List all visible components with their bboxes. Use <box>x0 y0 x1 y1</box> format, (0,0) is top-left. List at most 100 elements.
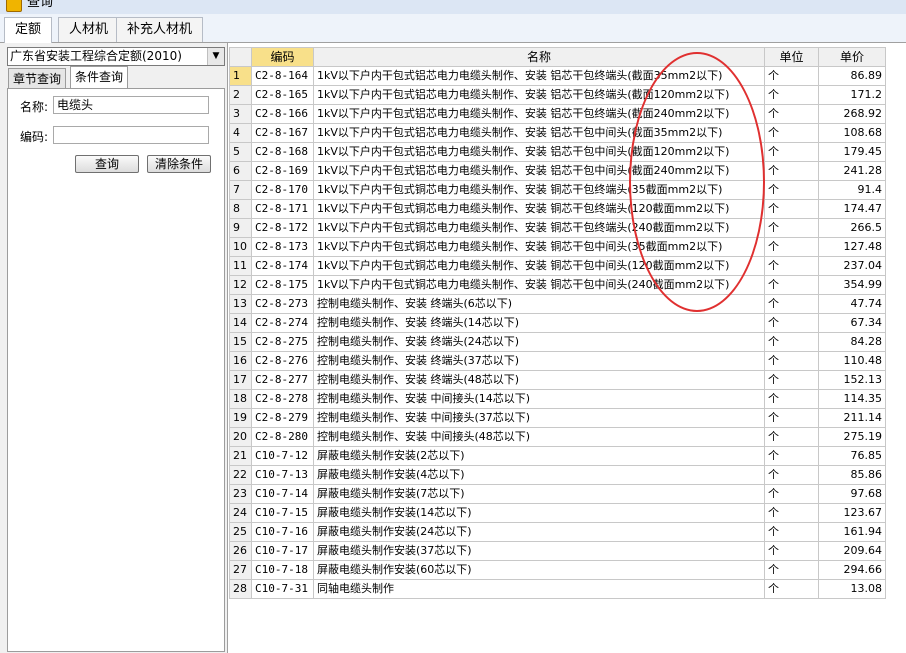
quota-name[interactable]: 1kV以下户内干包式铝芯电力电缆头制作、安装 铝芯干包中间头(截面240mm2以… <box>313 161 765 181</box>
quota-code[interactable]: C2-8-280 <box>251 427 314 447</box>
unit[interactable]: 个 <box>764 370 819 390</box>
header-price[interactable]: 单价 <box>818 47 886 67</box>
quota-code[interactable]: C2-8-278 <box>251 389 314 409</box>
unit[interactable]: 个 <box>764 484 819 504</box>
quota-library-select[interactable]: 广东省安装工程综合定额(2010) ▼ <box>7 47 225 66</box>
unit[interactable]: 个 <box>764 332 819 352</box>
quota-name[interactable]: 控制电缆头制作、安装 终端头(14芯以下) <box>313 313 765 333</box>
quota-name[interactable]: 控制电缆头制作、安装 终端头(24芯以下) <box>313 332 765 352</box>
quota-name[interactable]: 1kV以下户内干包式铝芯电力电缆头制作、安装 铝芯干包中间头(截面120mm2以… <box>313 142 765 162</box>
table-row[interactable]: 10 C2-8-173 1kV以下户内干包式铜芯电力电缆头制作、安装 铜芯干包中间头… <box>229 237 886 257</box>
unit[interactable]: 个 <box>764 161 819 181</box>
quota-name[interactable]: 屏蔽电缆头制作安装(4芯以下) <box>313 465 765 485</box>
table-row[interactable]: 5 C2-8-168 1kV以下户内干包式铝芯电力电缆头制作、安装 铝芯干包中间头(… <box>229 142 886 162</box>
quota-name[interactable]: 1kV以下户内干包式铝芯电力电缆头制作、安装 铝芯干包终端头(截面240mm2以… <box>313 104 765 124</box>
unit[interactable]: 个 <box>764 104 819 124</box>
table-row[interactable]: 11 C2-8-174 1kV以下户内干包式铜芯电力电缆头制作、安装 铜芯干包中间头… <box>229 256 886 276</box>
unit[interactable]: 个 <box>764 408 819 428</box>
quota-code[interactable]: C10-7-12 <box>251 446 314 466</box>
table-row[interactable]: 14 C2-8-274 控制电缆头制作、安装 终端头(14芯以下) 个 67.34 <box>229 313 886 333</box>
quota-code[interactable]: C2-8-166 <box>251 104 314 124</box>
unit-price[interactable]: 179.45 <box>818 142 886 162</box>
table-row[interactable]: 17 C2-8-277 控制电缆头制作、安装 终端头(48芯以下) 个 152.13 <box>229 370 886 390</box>
quota-name[interactable]: 屏蔽电缆头制作安装(14芯以下) <box>313 503 765 523</box>
table-row[interactable]: 19 C2-8-279 控制电缆头制作、安装 中间接头(37芯以下) 个 211.14 <box>229 408 886 428</box>
unit-price[interactable]: 127.48 <box>818 237 886 257</box>
unit-price[interactable]: 268.92 <box>818 104 886 124</box>
clear-conditions-button[interactable]: 清除条件 <box>147 155 211 173</box>
unit-price[interactable]: 354.99 <box>818 275 886 295</box>
table-row[interactable]: 25 C10-7-16 屏蔽电缆头制作安装(24芯以下) 个 161.94 <box>229 522 886 542</box>
table-row[interactable]: 23 C10-7-14 屏蔽电缆头制作安装(7芯以下) 个 97.68 <box>229 484 886 504</box>
row-number[interactable]: 17 <box>229 370 252 390</box>
table-row[interactable]: 26 C10-7-17 屏蔽电缆头制作安装(37芯以下) 个 209.64 <box>229 541 886 561</box>
row-number[interactable]: 3 <box>229 104 252 124</box>
quota-name[interactable]: 屏蔽电缆头制作安装(7芯以下) <box>313 484 765 504</box>
unit-price[interactable]: 84.28 <box>818 332 886 352</box>
quota-code[interactable]: C10-7-15 <box>251 503 314 523</box>
quota-code[interactable]: C10-7-13 <box>251 465 314 485</box>
unit[interactable]: 个 <box>764 275 819 295</box>
quota-name[interactable]: 1kV以下户内干包式铜芯电力电缆头制作、安装 铜芯干包终端头(120截面mm2以… <box>313 199 765 219</box>
unit[interactable]: 个 <box>764 503 819 523</box>
header-code[interactable]: 编码 <box>251 47 314 67</box>
quota-code[interactable]: C2-8-279 <box>251 408 314 428</box>
query-button[interactable]: 查询 <box>75 155 139 173</box>
quota-code[interactable]: C2-8-275 <box>251 332 314 352</box>
name-field[interactable] <box>53 96 209 114</box>
unit[interactable]: 个 <box>764 351 819 371</box>
table-row[interactable]: 3 C2-8-166 1kV以下户内干包式铝芯电力电缆头制作、安装 铝芯干包终端头(… <box>229 104 886 124</box>
row-number[interactable]: 8 <box>229 199 252 219</box>
row-number[interactable]: 19 <box>229 408 252 428</box>
unit[interactable]: 个 <box>764 237 819 257</box>
unit-price[interactable]: 13.08 <box>818 579 886 599</box>
unit[interactable]: 个 <box>764 66 819 86</box>
quota-code[interactable]: C10-7-31 <box>251 579 314 599</box>
tab-quota[interactable]: 定额 <box>4 17 53 43</box>
tab-supplementary-materials[interactable]: 补充人材机 <box>116 17 204 42</box>
quota-code[interactable]: C2-8-274 <box>251 313 314 333</box>
unit[interactable]: 个 <box>764 142 819 162</box>
table-row[interactable]: 12 C2-8-175 1kV以下户内干包式铜芯电力电缆头制作、安装 铜芯干包中间头… <box>229 275 886 295</box>
row-number[interactable]: 9 <box>229 218 252 238</box>
row-number[interactable]: 11 <box>229 256 252 276</box>
table-row[interactable]: 6 C2-8-169 1kV以下户内干包式铝芯电力电缆头制作、安装 铝芯干包中间头(… <box>229 161 886 181</box>
row-number[interactable]: 15 <box>229 332 252 352</box>
quota-code[interactable]: C10-7-18 <box>251 560 314 580</box>
row-number[interactable]: 22 <box>229 465 252 485</box>
row-number[interactable]: 27 <box>229 560 252 580</box>
quota-name[interactable]: 1kV以下户内干包式铜芯电力电缆头制作、安装 铜芯干包中间头(120截面mm2以… <box>313 256 765 276</box>
unit-price[interactable]: 114.35 <box>818 389 886 409</box>
unit[interactable]: 个 <box>764 389 819 409</box>
row-number[interactable]: 10 <box>229 237 252 257</box>
quota-code[interactable]: C2-8-167 <box>251 123 314 143</box>
quota-code[interactable]: C10-7-17 <box>251 541 314 561</box>
quota-code[interactable]: C2-8-169 <box>251 161 314 181</box>
unit-price[interactable]: 47.74 <box>818 294 886 314</box>
table-row[interactable]: 16 C2-8-276 控制电缆头制作、安装 终端头(37芯以下) 个 110.48 <box>229 351 886 371</box>
table-row[interactable]: 8 C2-8-171 1kV以下户内干包式铜芯电力电缆头制作、安装 铜芯干包终端头(… <box>229 199 886 219</box>
unit-price[interactable]: 294.66 <box>818 560 886 580</box>
unit[interactable]: 个 <box>764 218 819 238</box>
unit[interactable]: 个 <box>764 313 819 333</box>
table-row[interactable]: 27 C10-7-18 屏蔽电缆头制作安装(60芯以下) 个 294.66 <box>229 560 886 580</box>
unit[interactable]: 个 <box>764 85 819 105</box>
row-number[interactable]: 28 <box>229 579 252 599</box>
row-number[interactable]: 6 <box>229 161 252 181</box>
unit-price[interactable]: 76.85 <box>818 446 886 466</box>
table-row[interactable]: 28 C10-7-31 同轴电缆头制作个 13.08 <box>229 579 886 599</box>
quota-code[interactable]: C10-7-16 <box>251 522 314 542</box>
code-field[interactable] <box>53 126 209 144</box>
table-row[interactable]: 2 C2-8-165 1kV以下户内干包式铝芯电力电缆头制作、安装 铝芯干包终端头(… <box>229 85 886 105</box>
quota-code[interactable]: C10-7-14 <box>251 484 314 504</box>
unit[interactable]: 个 <box>764 541 819 561</box>
unit-price[interactable]: 110.48 <box>818 351 886 371</box>
unit-price[interactable]: 85.86 <box>818 465 886 485</box>
quota-code[interactable]: C2-8-170 <box>251 180 314 200</box>
table-row[interactable]: 1 C2-8-164 1kV以下户内干包式铝芯电力电缆头制作、安装 铝芯干包终端头(… <box>229 66 886 86</box>
unit-price[interactable]: 266.5 <box>818 218 886 238</box>
quota-name[interactable]: 1kV以下户内干包式铜芯电力电缆头制作、安装 铜芯干包终端头(240截面mm2以… <box>313 218 765 238</box>
chevron-down-icon[interactable]: ▼ <box>207 48 224 65</box>
quota-name[interactable]: 控制电缆头制作、安装 中间接头(48芯以下) <box>313 427 765 447</box>
subtab-condition-query[interactable]: 条件查询 <box>70 66 129 89</box>
